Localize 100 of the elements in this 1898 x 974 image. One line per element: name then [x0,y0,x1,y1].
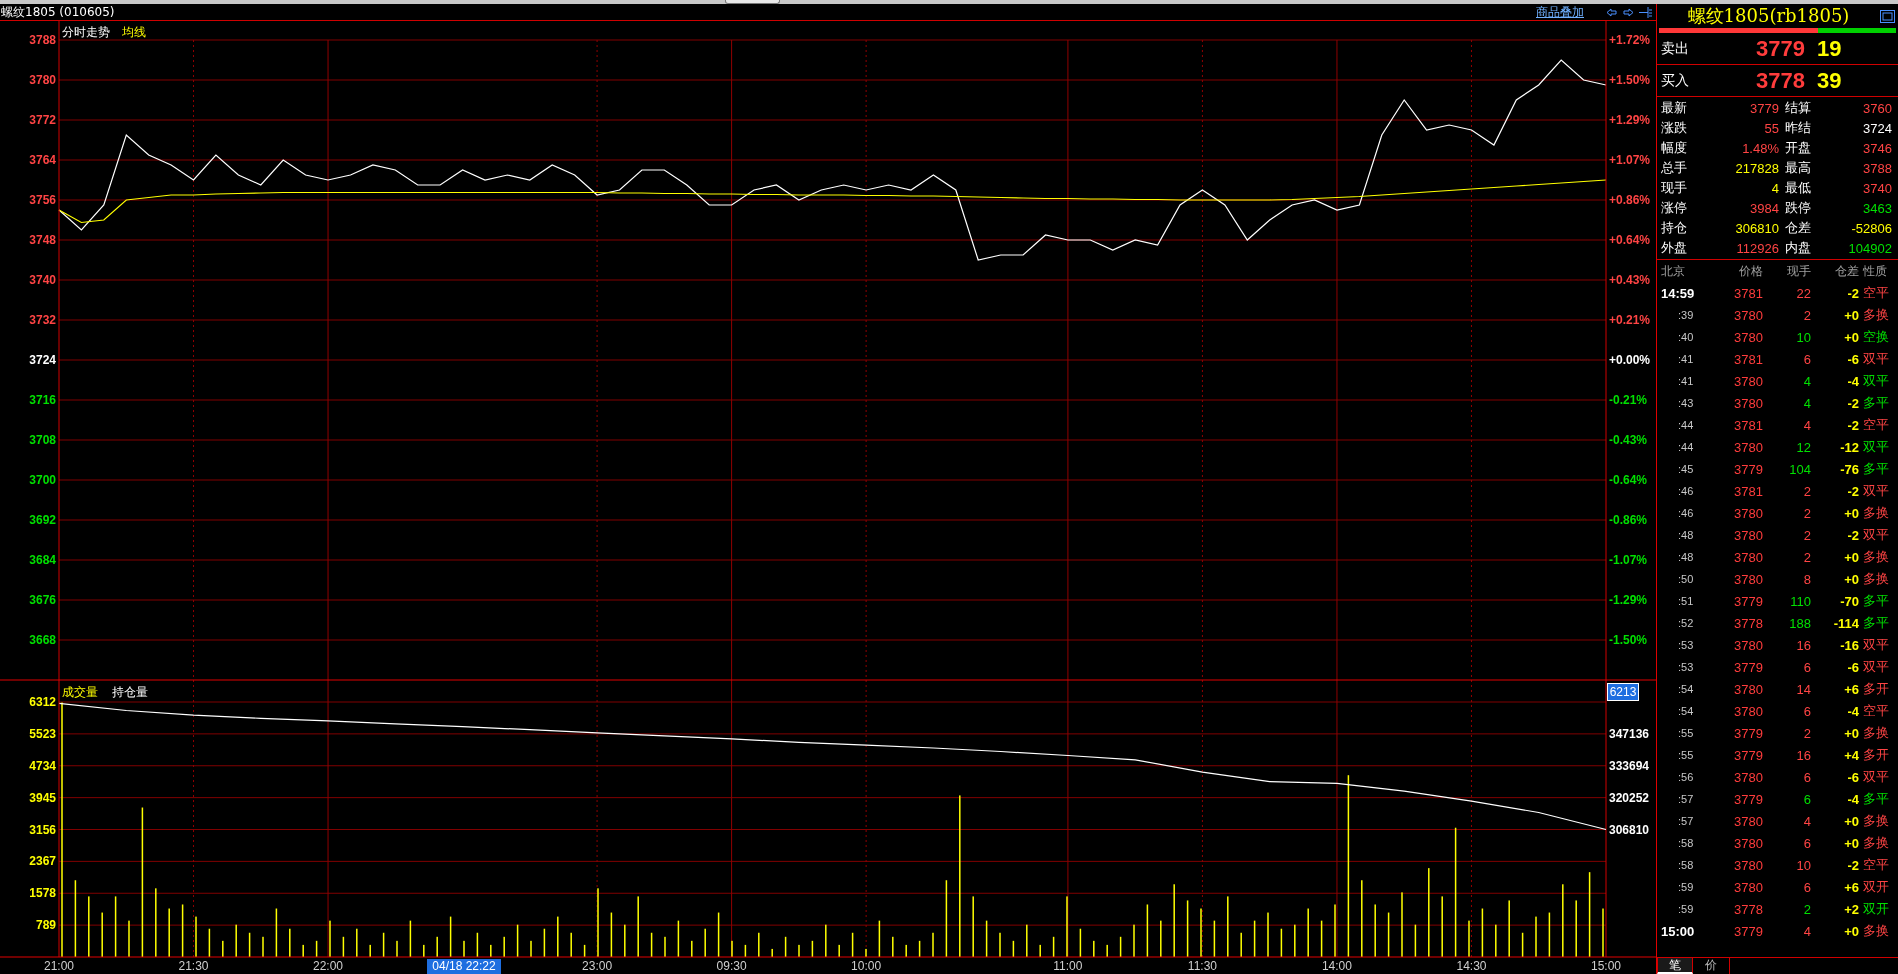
open-interest-axis-label: 320252 [1609,790,1650,805]
percent-axis-label: +0.21% [1609,313,1651,327]
tick-time: :48 [1677,529,1695,541]
tick-volume: 10 [1795,857,1811,873]
percent-axis-label: -1.07% [1609,553,1648,567]
tick-type: 双平 [1862,438,1890,456]
quote-price: 3779 [1755,35,1805,62]
tick-volume: 2 [1802,483,1811,499]
tick-oi-change: -16 [1839,637,1859,653]
tick-oi-change: -2 [1846,285,1859,301]
tick-type: 多换 [1862,548,1890,566]
tick-time: :43 [1677,397,1695,409]
stat-value: 112926 [1735,240,1779,256]
tick-time: :39 [1677,309,1695,321]
tick-oi-change: +0 [1843,505,1859,521]
tick-oi-change: -4 [1846,791,1859,807]
stat-value: -52806 [1850,220,1892,236]
tick-volume: 12 [1795,439,1811,455]
tick-type: 双平 [1862,350,1890,368]
volume-axis-label: 2367 [29,854,56,869]
stat-value: 3746 [1862,140,1892,156]
tick-price: 3780 [1733,549,1763,565]
volume-cursor-badge: 6213 [1607,683,1639,701]
tick-oi-change: -4 [1846,703,1859,719]
tick-oi-change: +0 [1843,307,1859,323]
tick-price: 3779 [1733,659,1763,675]
legend-label: 均线 [122,25,146,39]
percent-axis-label: +0.43% [1609,273,1651,287]
tick-volume: 4 [1802,373,1811,389]
tick-type: 空平 [1862,702,1890,720]
price-axis-label: 3748 [29,233,56,247]
volume-axis-label: 3156 [29,822,56,837]
tick-type: 多换 [1862,504,1890,522]
time-axis-label: 21:30 [178,959,209,973]
tick-price: 3781 [1733,351,1763,367]
tick-time: :54 [1677,705,1695,717]
time-cursor-badge: 04/18 22:22 [427,959,501,974]
time-axis-label: 11:30 [1187,959,1217,973]
price-axis-label: 3716 [29,393,56,407]
tick-type: 多平 [1862,592,1890,610]
column-header: 现手 [1786,262,1811,280]
stat-value: 4 [1770,180,1779,196]
tick-time: :59 [1677,903,1695,915]
price-axis-label: 3676 [29,593,56,607]
column-header: 仓差 [1834,262,1859,280]
quote-label: 买入 [1660,71,1690,90]
percent-axis-label: +1.07% [1609,153,1651,167]
tick-price: 3780 [1733,879,1763,895]
stat-label: 结算 [1785,99,1812,117]
tick-time: :59 [1677,881,1695,893]
tick-price: 3780 [1733,703,1763,719]
tick-oi-change: -6 [1846,659,1859,675]
tick-volume: 6 [1802,835,1811,851]
stat-label: 昨结 [1785,119,1812,137]
tick-time: :58 [1677,837,1695,849]
tick-volume: 8 [1802,571,1811,587]
tick-volume: 4 [1802,923,1811,939]
tick-oi-change: +0 [1843,835,1859,851]
tick-time: :58 [1677,859,1695,871]
contract-title: 螺纹1805(rb1805) [1686,4,1851,28]
tick-price: 3780 [1733,329,1763,345]
tick-oi-change: +0 [1843,813,1859,829]
tick-type: 多换 [1862,922,1890,940]
tick-type: 空换 [1862,328,1890,346]
open-interest-axis-label: 306810 [1609,822,1650,837]
volume-axis-label: 6312 [29,695,56,709]
tick-time: :52 [1677,617,1695,629]
tick-price: 3780 [1733,835,1763,851]
tick-oi-change: -2 [1846,527,1859,543]
price-axis-label: 3700 [29,473,56,487]
column-header: 价格 [1738,262,1763,280]
tick-type: 空平 [1862,416,1890,434]
percent-axis-label: +0.86% [1609,193,1651,207]
tick-price: 3780 [1733,505,1763,521]
volume-axis-label: 1578 [29,886,56,901]
tick-oi-change: -2 [1846,857,1859,873]
tick-volume: 2 [1802,307,1811,323]
tick-price: 3779 [1733,593,1763,609]
tick-time: :55 [1677,749,1695,761]
tick-oi-change: -4 [1846,373,1859,389]
tick-volume: 2 [1802,901,1811,917]
tick-oi-change: -6 [1846,351,1859,367]
tick-type: 多换 [1862,724,1890,742]
stat-label: 仓差 [1785,219,1812,237]
tick-oi-change: +4 [1843,747,1859,763]
tick-volume: 2 [1802,725,1811,741]
tick-volume: 6 [1802,791,1811,807]
stat-value: 3740 [1862,180,1892,196]
quote-volume: 19 [1816,35,1843,62]
stat-label: 最高 [1785,159,1812,177]
tick-price: 3779 [1733,923,1763,939]
tick-time: :45 [1677,463,1695,475]
tick-time: :40 [1677,331,1695,343]
percent-axis-label: -1.50% [1609,633,1648,647]
percent-axis-label: +0.64% [1609,233,1651,247]
percent-axis-label: +0.00% [1609,353,1651,367]
tick-type: 双开 [1862,900,1890,918]
time-axis-label: 14:30 [1456,959,1487,973]
stat-label: 内盘 [1785,239,1812,257]
tick-oi-change: +2 [1843,901,1859,917]
